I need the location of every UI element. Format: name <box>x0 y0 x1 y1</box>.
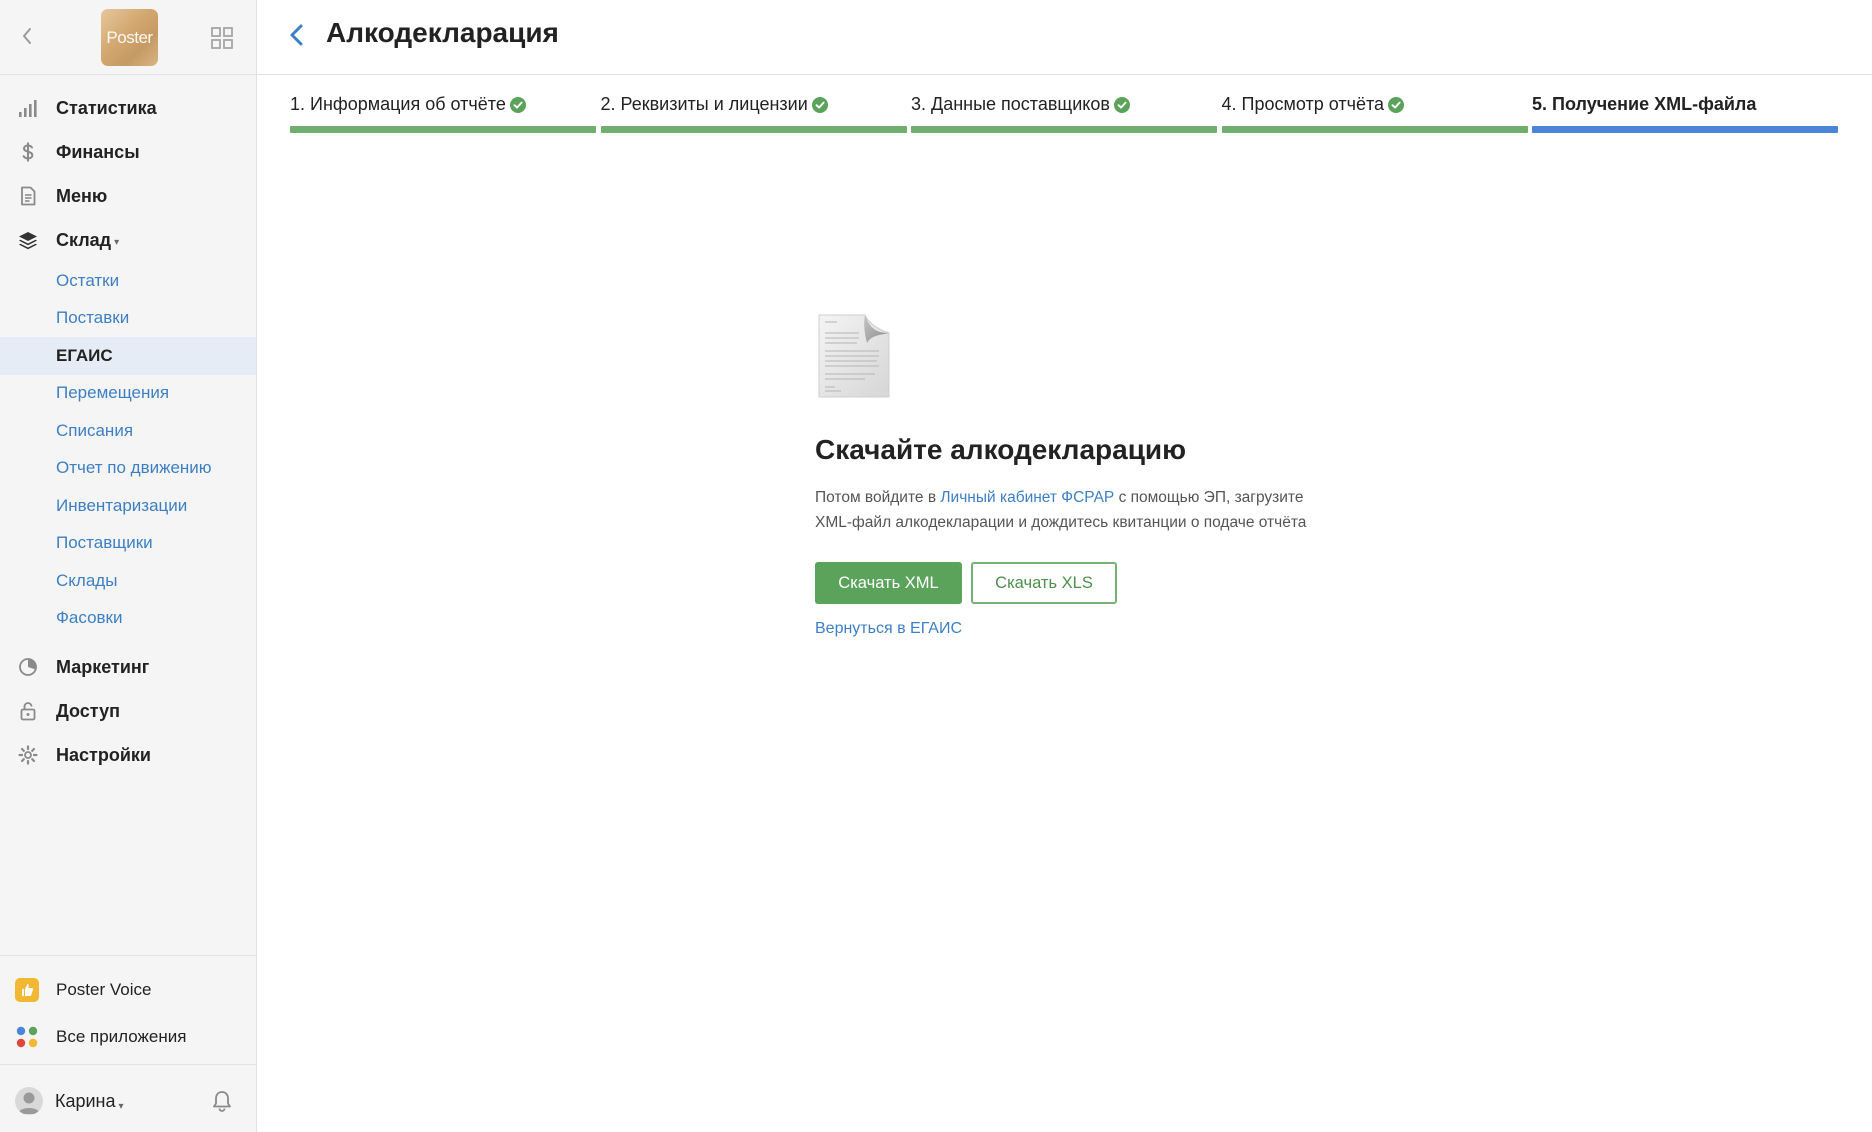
sidebar-subitem-inventories[interactable]: Инвентаризации <box>0 487 256 525</box>
step-label-wrap: 4. Просмотр отчёта <box>1222 94 1405 115</box>
download-xls-button[interactable]: Скачать XLS <box>971 562 1117 604</box>
step-label: 2. Реквизиты и лицензии <box>600 94 808 114</box>
document-icon <box>21 186 36 206</box>
app-label: Все приложения <box>56 1026 187 1046</box>
step-label-wrap: 2. Реквизиты и лицензии <box>601 94 828 115</box>
step-3[interactable]: 3. Данные поставщиков <box>911 90 1217 134</box>
download-title: Скачайте алкодекларацию <box>815 434 1187 465</box>
sidebar-subitem-packaging[interactable]: Фасовки <box>0 600 256 638</box>
download-buttons: Скачать XML Скачать XLS <box>815 562 1335 604</box>
sidebar-subitem-supplies[interactable]: Поставки <box>0 300 256 338</box>
sidebar-item-label: Меню <box>56 185 108 206</box>
sidebar-subitem-movement-report[interactable]: Отчет по движению <box>0 450 256 488</box>
app-poster-voice[interactable]: Poster Voice <box>0 966 256 1013</box>
download-xml-button[interactable]: Скачать XML <box>815 562 962 604</box>
grid-icon[interactable] <box>210 26 234 50</box>
layers-icon <box>19 232 37 250</box>
step-label-wrap: 1. Информация об отчёте <box>290 94 526 115</box>
step-progress-bar <box>911 126 1217 133</box>
poster-logo[interactable]: Poster <box>101 9 158 66</box>
page-title: Алкодекларация <box>326 17 559 48</box>
fsrar-cabinet-link[interactable]: Личный кабинет ФСРАР <box>940 489 1114 506</box>
sidebar-item-label: Финансы <box>56 141 140 162</box>
chevron-down-icon: ▾ <box>114 236 120 248</box>
avatar <box>15 1087 43 1115</box>
step-4[interactable]: 4. Просмотр отчёта <box>1221 90 1528 134</box>
marketing-icon <box>19 658 37 676</box>
sidebar-item-marketing[interactable]: Маркетинг <box>0 645 256 689</box>
sidebar-item-access[interactable]: Доступ <box>0 689 256 733</box>
check-circle-icon <box>509 96 526 113</box>
step-label: 1. Информация об отчёте <box>290 94 506 114</box>
sidebar-subitem-warehouses[interactable]: Склады <box>0 562 256 600</box>
step-progress-bar <box>290 126 596 133</box>
step-label: 4. Просмотр отчёта <box>1221 94 1385 114</box>
logo-text: Poster <box>106 27 153 47</box>
step-label: 5. Получение XML-файла <box>1532 94 1757 114</box>
sidebar-header: Poster <box>0 0 256 75</box>
check-circle-icon <box>1388 96 1405 113</box>
step-progress-bar <box>1221 126 1528 133</box>
sidebar-item-warehouse[interactable]: Склад ▾ <box>0 218 256 262</box>
app-all-apps[interactable]: Все приложения <box>0 1013 256 1060</box>
gear-icon <box>18 745 38 765</box>
dollar-icon <box>22 142 34 162</box>
sidebar: Poster Статистика Финансы Меню Склад ▾ О… <box>0 0 257 1132</box>
download-panel: Скачайте алкодекларацию Потом войдите в … <box>815 313 1335 638</box>
user-name-text: Карина <box>55 1091 116 1111</box>
download-instructions: Потом войдите в Личный кабинет ФСРАР с п… <box>815 486 1335 535</box>
sidebar-subitem-egais[interactable]: ЕГАИС <box>0 337 256 375</box>
step-2[interactable]: 2. Реквизиты и лицензии <box>600 90 907 134</box>
sidebar-item-finance[interactable]: Финансы <box>0 130 256 174</box>
sidebar-subitem-suppliers[interactable]: Поставщики <box>0 525 256 563</box>
step-label: 3. Данные поставщиков <box>911 94 1110 114</box>
sidebar-subitem-write-offs[interactable]: Списания <box>0 412 256 450</box>
sidebar-nav: Статистика Финансы Меню Склад ▾ Остатки … <box>0 86 256 777</box>
step-progress-bar <box>600 126 907 133</box>
sidebar-item-label: Склад <box>56 229 112 250</box>
step-progress-bar <box>1532 126 1838 133</box>
user-name: Карина ▾ <box>55 1091 124 1112</box>
sidebar-subitem-stock[interactable]: Остатки <box>0 262 256 300</box>
bar-chart-icon <box>19 100 37 117</box>
sidebar-item-label: Маркетинг <box>56 656 150 677</box>
warehouse-submenu: Остатки Поставки ЕГАИС Перемещения Списа… <box>0 262 256 637</box>
step-label-wrap: 5. Получение XML-файла <box>1532 94 1756 115</box>
check-circle-icon <box>811 96 828 113</box>
instruction-text: Потом войдите в <box>815 489 941 506</box>
sidebar-item-statistics[interactable]: Статистика <box>0 86 256 130</box>
page-header: Алкодекларация <box>257 0 1872 75</box>
app-label: Poster Voice <box>56 979 152 999</box>
step-5[interactable]: 5. Получение XML-файла <box>1532 90 1838 134</box>
step-label-wrap: 3. Данные поставщиков <box>911 94 1130 115</box>
bell-icon[interactable] <box>211 1089 233 1113</box>
sidebar-apps: Poster Voice Все приложения <box>0 955 256 1060</box>
user-icon <box>18 1092 40 1114</box>
back-arrow-icon[interactable] <box>287 22 307 48</box>
lock-icon <box>20 702 36 721</box>
step-1[interactable]: 1. Информация об отчёте <box>290 90 596 134</box>
user-menu[interactable]: Карина ▾ <box>0 1064 256 1132</box>
thumbs-up-icon <box>15 978 39 1002</box>
sidebar-item-label: Статистика <box>56 97 157 118</box>
sidebar-item-label: Доступ <box>56 700 120 721</box>
back-to-egais-link[interactable]: Вернуться в ЕГАИС <box>815 620 962 638</box>
sidebar-item-settings[interactable]: Настройки <box>0 733 256 777</box>
document-file-icon <box>818 314 890 398</box>
sidebar-subitem-transfers[interactable]: Перемещения <box>0 375 256 413</box>
apps-dots-icon <box>16 1026 38 1048</box>
collapse-sidebar-icon[interactable] <box>16 24 40 48</box>
chevron-down-icon: ▾ <box>118 1101 124 1112</box>
sidebar-item-menu[interactable]: Меню <box>0 174 256 218</box>
sidebar-item-label: Настройки <box>56 744 151 765</box>
wizard-steps: 1. Информация об отчёте 2. Реквизиты и л… <box>290 90 1838 134</box>
check-circle-icon <box>1113 96 1130 113</box>
